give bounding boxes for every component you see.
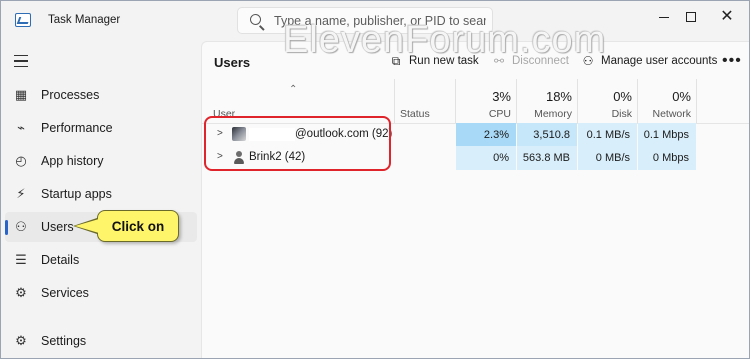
details-icon: ☰ bbox=[15, 252, 27, 267]
disconnect-icon: ⚯ bbox=[493, 54, 505, 68]
column-header-memory-percent[interactable]: 18% bbox=[516, 89, 572, 104]
close-button[interactable]: ✕ bbox=[704, 1, 749, 33]
close-icon: ✕ bbox=[720, 8, 734, 25]
click-on-callout: Click on bbox=[97, 210, 179, 242]
column-header-disk-percent[interactable]: 0% bbox=[577, 89, 632, 104]
column-header-network[interactable]: Network bbox=[637, 108, 691, 120]
sort-ascending-icon: ⌃ bbox=[289, 84, 298, 95]
network-cell: 0 Mbps bbox=[638, 146, 696, 170]
expand-chevron-icon[interactable]: > bbox=[217, 151, 223, 162]
column-header-cpu-percent[interactable]: 3% bbox=[455, 89, 511, 104]
sidebar: ▦ Processes ⌁ Performance ◴ App history … bbox=[1, 41, 201, 358]
user-avatar-icon bbox=[232, 150, 246, 164]
sidebar-item-app-history[interactable]: ◴ App history bbox=[5, 146, 197, 176]
column-header-disk[interactable]: Disk bbox=[577, 108, 632, 120]
search-box[interactable] bbox=[237, 7, 493, 34]
column-divider bbox=[394, 79, 395, 123]
startup-apps-icon: ⚡ bbox=[16, 186, 26, 201]
users-icon: ⚇ bbox=[15, 219, 27, 234]
sidebar-item-label: Startup apps bbox=[41, 187, 112, 201]
cpu-cell: 2.3% bbox=[456, 123, 516, 147]
settings-gear-icon: ⚙ bbox=[15, 333, 27, 348]
sidebar-item-services[interactable]: ⚙ Services bbox=[5, 278, 197, 308]
search-icon bbox=[250, 14, 261, 25]
sidebar-item-processes[interactable]: ▦ Processes bbox=[5, 80, 197, 110]
callout-pointer bbox=[75, 219, 99, 233]
memory-cell: 3,510.8 MB bbox=[517, 123, 577, 165]
run-new-task-button[interactable]: ⧉ Run new task bbox=[389, 54, 479, 68]
memory-cell: 563.8 MB bbox=[517, 146, 577, 170]
disconnect-button[interactable]: ⚯ Disconnect bbox=[492, 54, 569, 68]
expand-chevron-icon[interactable]: > bbox=[217, 128, 223, 139]
sidebar-item-startup-apps[interactable]: ⚡ Startup apps bbox=[5, 179, 197, 209]
column-divider bbox=[696, 79, 697, 123]
table-row[interactable]: > @outlook.com (92) 2.3% 3,510.8 MB 0.1 … bbox=[202, 123, 749, 165]
user-avatar bbox=[232, 127, 246, 141]
column-header-memory[interactable]: Memory bbox=[516, 108, 572, 120]
sidebar-item-label: Processes bbox=[41, 88, 100, 102]
user-name: Brink2 (42) bbox=[249, 151, 306, 163]
more-options-button[interactable]: ••• bbox=[722, 52, 742, 70]
network-cell: 0.1 Mbps bbox=[638, 123, 696, 147]
disconnect-label: Disconnect bbox=[512, 55, 569, 67]
redacted-name bbox=[249, 128, 295, 141]
maximize-icon bbox=[686, 12, 696, 22]
manage-users-icon: ⚇ bbox=[582, 54, 594, 68]
column-header-cpu[interactable]: CPU bbox=[455, 108, 511, 120]
main-panel: Users ⧉ Run new task ⚯ Disconnect ⚇ Mana… bbox=[201, 41, 749, 358]
sidebar-item-performance[interactable]: ⌁ Performance bbox=[5, 113, 197, 143]
task-manager-app-icon bbox=[15, 13, 31, 27]
disk-cell: 0 MB/s bbox=[578, 146, 637, 170]
sidebar-item-label: Settings bbox=[41, 334, 87, 348]
services-icon: ⚙ bbox=[15, 285, 27, 300]
search-input[interactable] bbox=[274, 12, 486, 30]
sidebar-item-details[interactable]: ☰ Details bbox=[5, 245, 197, 275]
run-new-task-label: Run new task bbox=[409, 55, 479, 67]
task-manager-window: Task Manager ✕ ElevenForum.com ▦ Process… bbox=[0, 0, 750, 359]
sidebar-item-label: Users bbox=[41, 220, 74, 234]
performance-icon: ⌁ bbox=[17, 120, 25, 135]
cpu-cell: 0% bbox=[456, 146, 516, 170]
sidebar-item-settings[interactable]: ⚙ Settings bbox=[5, 326, 197, 356]
app-title: Task Manager bbox=[48, 14, 121, 26]
title-bar: Task Manager ✕ bbox=[1, 1, 749, 41]
column-header-status[interactable]: Status bbox=[400, 108, 430, 120]
hamburger-menu-icon[interactable] bbox=[14, 55, 28, 67]
user-name: @outlook.com (92) bbox=[295, 128, 393, 140]
manage-user-accounts-button[interactable]: ⚇ Manage user accounts bbox=[581, 54, 718, 68]
page-title: Users bbox=[214, 55, 251, 70]
table-row[interactable]: > Brink2 (42) 0% 563.8 MB 0 MB/s 0 Mbps bbox=[202, 146, 749, 170]
sidebar-item-label: Services bbox=[41, 286, 89, 300]
sidebar-item-label: Details bbox=[41, 253, 80, 267]
app-history-icon: ◴ bbox=[15, 153, 27, 168]
sidebar-item-label: Performance bbox=[41, 121, 113, 135]
sidebar-item-label: App history bbox=[41, 154, 104, 168]
manage-user-accounts-label: Manage user accounts bbox=[601, 55, 718, 67]
column-header-user[interactable]: User bbox=[213, 108, 235, 120]
processes-icon: ▦ bbox=[14, 87, 28, 102]
run-new-task-icon: ⧉ bbox=[391, 54, 401, 68]
column-header-network-percent[interactable]: 0% bbox=[637, 89, 691, 104]
disk-cell: 0.1 MB/s bbox=[578, 123, 637, 147]
